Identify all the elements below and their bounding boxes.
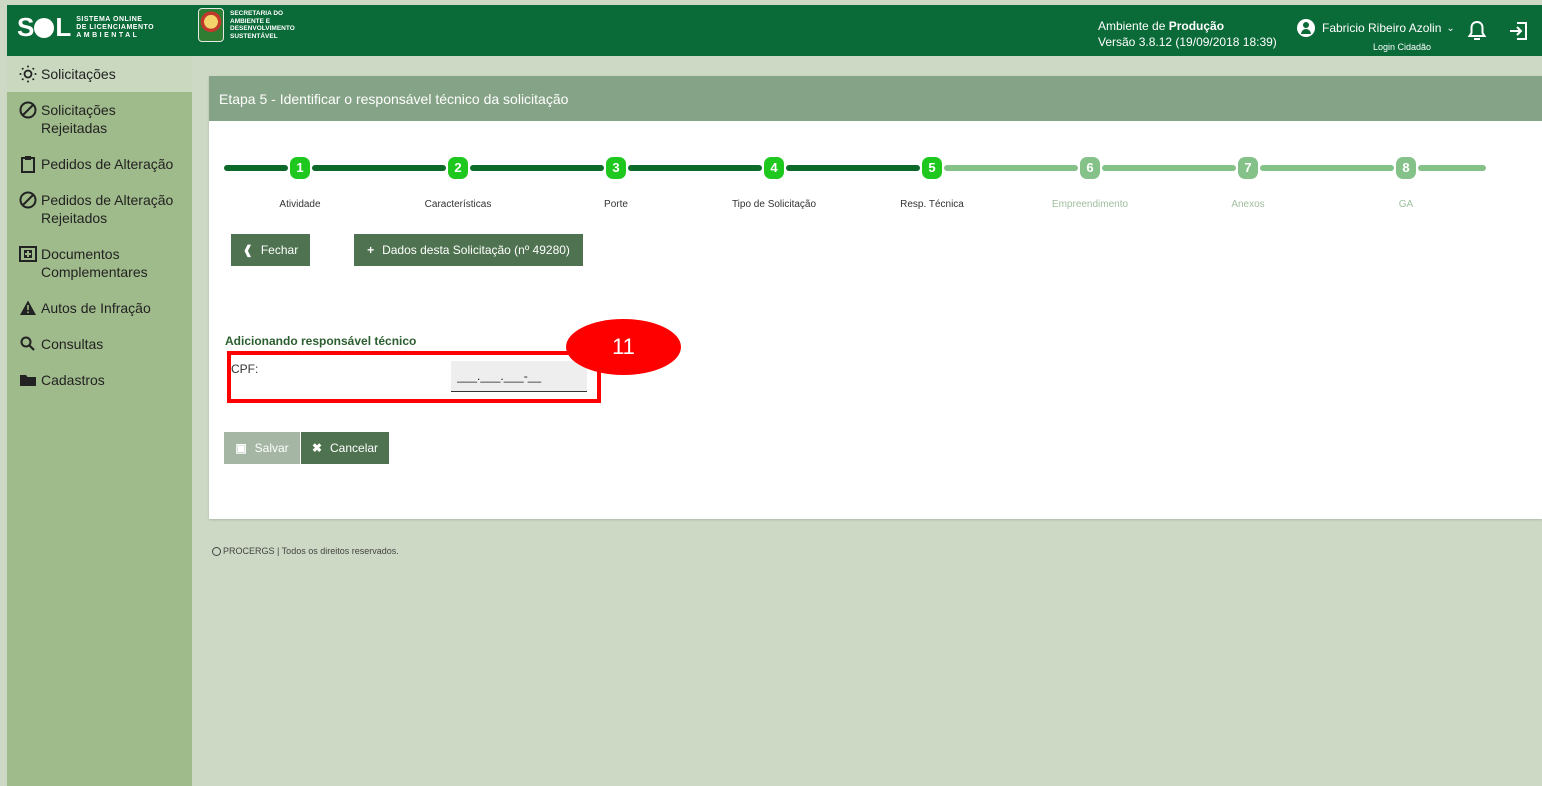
step-label-6: Empreendimento	[1051, 199, 1129, 210]
close-button-label: Fechar	[260, 243, 299, 257]
sidebar-item-consultas[interactable]: Consultas	[7, 326, 192, 362]
sidebar-item-cadastros[interactable]: Cadastros	[7, 362, 192, 398]
folder-icon	[20, 375, 36, 386]
sidebar-item-label: Autos de Infração	[41, 300, 151, 316]
sidebar-item-label: Solicitações Rejeitadas	[41, 102, 116, 136]
cpf-input[interactable]	[451, 361, 587, 392]
user-menu[interactable]: Fabricio Ribeiro Azolin ⌄	[1297, 19, 1455, 37]
sidebar-item-pedidos-alteracao[interactable]: Pedidos de Alteração	[7, 146, 192, 182]
wizard-stepper: 1 Atividade 2 Características 3 Porte 4 Tipo de…	[224, 157, 1486, 217]
user-circle-icon	[1297, 19, 1315, 37]
step-label-2: Características	[424, 199, 492, 210]
section-title: Adicionando responsável técnico	[225, 334, 417, 348]
stepper-track-segment	[786, 165, 920, 171]
sidebar-item-label: Consultas	[41, 336, 104, 352]
plus-square-icon	[19, 246, 37, 262]
step-label-3: Porte	[604, 199, 628, 210]
environment-line: Ambiente de Produção	[1098, 18, 1277, 34]
step-label-7: Anexos	[1231, 199, 1265, 210]
chevron-down-icon: ⌄	[1446, 22, 1455, 34]
sidebar-item-pedidos-alteracao-rejeitados[interactable]: Pedidos de Alteração Rejeitados	[7, 182, 192, 236]
bell-icon[interactable]	[1467, 20, 1487, 42]
close-button[interactable]: ❰ Fechar	[231, 234, 310, 266]
step-label-4: Tipo de Solicitação	[731, 199, 817, 210]
warning-icon	[20, 300, 36, 315]
procergs-icon	[212, 546, 221, 556]
sidebar-item-label: Documentos Complementares	[41, 246, 148, 280]
stepper-track-segment	[470, 165, 604, 171]
app-frame: SL SISTEMA ONLINE DE LICENCIAMENTO AMBIE…	[7, 5, 1542, 786]
environment-info: Ambiente de Produção Versão 3.8.12 (19/0…	[1098, 18, 1277, 50]
stepper-track-segment	[628, 165, 762, 171]
step-annotation-badge: 11	[566, 319, 681, 375]
sun-icon	[19, 65, 37, 83]
step-badge-6[interactable]: 6	[1080, 157, 1100, 179]
main-card: Etapa 5 - Identificar o responsável técn…	[209, 76, 1542, 519]
version-text: Versão 3.8.12 (19/09/2018 18:39)	[1098, 35, 1277, 49]
login-type: Login Cidadão	[1373, 42, 1432, 52]
ban-icon	[19, 101, 37, 119]
cpf-label: CPF:	[231, 362, 259, 376]
environment-prefix: Ambiente de	[1098, 19, 1169, 33]
step-badge-4[interactable]: 4	[764, 157, 784, 179]
request-details-button[interactable]: + Dados desta Solicitação (nº 49280)	[354, 234, 583, 266]
cancel-button-label: Cancelar	[330, 441, 379, 455]
arrow-left-circle-icon: ❰	[242, 243, 253, 257]
stepper-track-segment	[224, 165, 288, 171]
sidebar-item-label: Solicitações	[41, 66, 116, 82]
step-badge-2[interactable]: 2	[448, 157, 468, 179]
logo-mark: SL	[17, 12, 71, 42]
logo-sub-line-1: SISTEMA ONLINE	[76, 15, 143, 23]
stepper-track-segment	[944, 165, 1078, 171]
search-icon	[20, 336, 35, 351]
secretaria-line-4: SUSTENTÁVEL	[230, 32, 278, 40]
secretaria-line-2: AMBIENTE E	[230, 17, 271, 25]
sidebar-item-autos-infracao[interactable]: Autos de Infração	[7, 290, 192, 326]
step-label-8: GA	[1398, 199, 1414, 210]
sidebar-item-solicitacoes[interactable]: Solicitações	[7, 56, 192, 92]
secretaria-line-1: SECRETARIA DO	[230, 10, 284, 17]
request-details-label: Dados desta Solicitação (nº 49280)	[382, 243, 570, 257]
step-label-5: Resp. Técnica	[900, 199, 964, 210]
sidebar-item-documentos-complementares[interactable]: Documentos Complementares	[7, 236, 192, 290]
page-title: Etapa 5 - Identificar o responsável técn…	[209, 76, 1542, 121]
step-label-1: Atividade	[279, 199, 321, 210]
environment-name: Produção	[1168, 19, 1225, 33]
secretaria-logo: SECRETARIA DO AMBIENTE E DESENVOLVIMENTO…	[198, 8, 295, 42]
clipboard-icon	[21, 156, 35, 173]
ban-icon	[19, 191, 37, 209]
step-badge-1[interactable]: 1	[290, 157, 310, 179]
save-button-label: Salvar	[254, 441, 289, 455]
plus-icon: +	[367, 243, 375, 257]
top-bar: SL SISTEMA ONLINE DE LICENCIAMENTO AMBIE…	[7, 5, 1542, 56]
step-badge-3[interactable]: 3	[606, 157, 626, 179]
step-badge-5[interactable]: 5	[922, 157, 942, 179]
stepper-track-segment	[312, 165, 446, 171]
sidebar-item-solicitacoes-rejeitadas[interactable]: Solicitações Rejeitadas	[7, 92, 192, 146]
stepper-track-segment	[1260, 165, 1394, 171]
sidebar-item-label: Pedidos de Alteração	[41, 156, 174, 172]
sidebar-item-label: Pedidos de Alteração Rejeitados	[41, 192, 174, 226]
logo-subtitle: SISTEMA ONLINE DE LICENCIAMENTO AMBIENTA…	[76, 16, 154, 40]
stepper-track-segment	[1418, 165, 1486, 171]
logo-sub-line-3: AMBIENTAL	[76, 31, 140, 39]
sol-logo[interactable]: SL SISTEMA ONLINE DE LICENCIAMENTO AMBIE…	[17, 12, 154, 43]
sidebar: Solicitações Solicitações Rejeitadas Ped…	[7, 56, 192, 786]
user-name: Fabricio Ribeiro Azolin	[1322, 21, 1442, 35]
stepper-track-segment	[1102, 165, 1236, 171]
footer-text: PROCERGS | Todos os direitos reservados.	[223, 546, 399, 556]
state-seal-icon	[198, 8, 224, 42]
step-badge-8[interactable]: 8	[1396, 157, 1416, 179]
close-icon: ✖	[311, 441, 323, 455]
secretaria-line-3: DESENVOLVIMENTO	[230, 25, 295, 32]
floppy-disk-icon: ▣	[235, 441, 247, 455]
logout-icon[interactable]	[1507, 20, 1529, 42]
secretaria-text: SECRETARIA DO AMBIENTE E DESENVOLVIMENTO…	[230, 10, 295, 40]
footer: PROCERGS | Todos os direitos reservados.	[212, 546, 399, 556]
sidebar-item-label: Cadastros	[41, 372, 105, 388]
logo-sub-line-2: DE LICENCIAMENTO	[76, 23, 155, 31]
save-button[interactable]: ▣ Salvar	[224, 432, 300, 464]
cancel-button[interactable]: ✖ Cancelar	[301, 432, 389, 464]
step-badge-7[interactable]: 7	[1238, 157, 1258, 179]
